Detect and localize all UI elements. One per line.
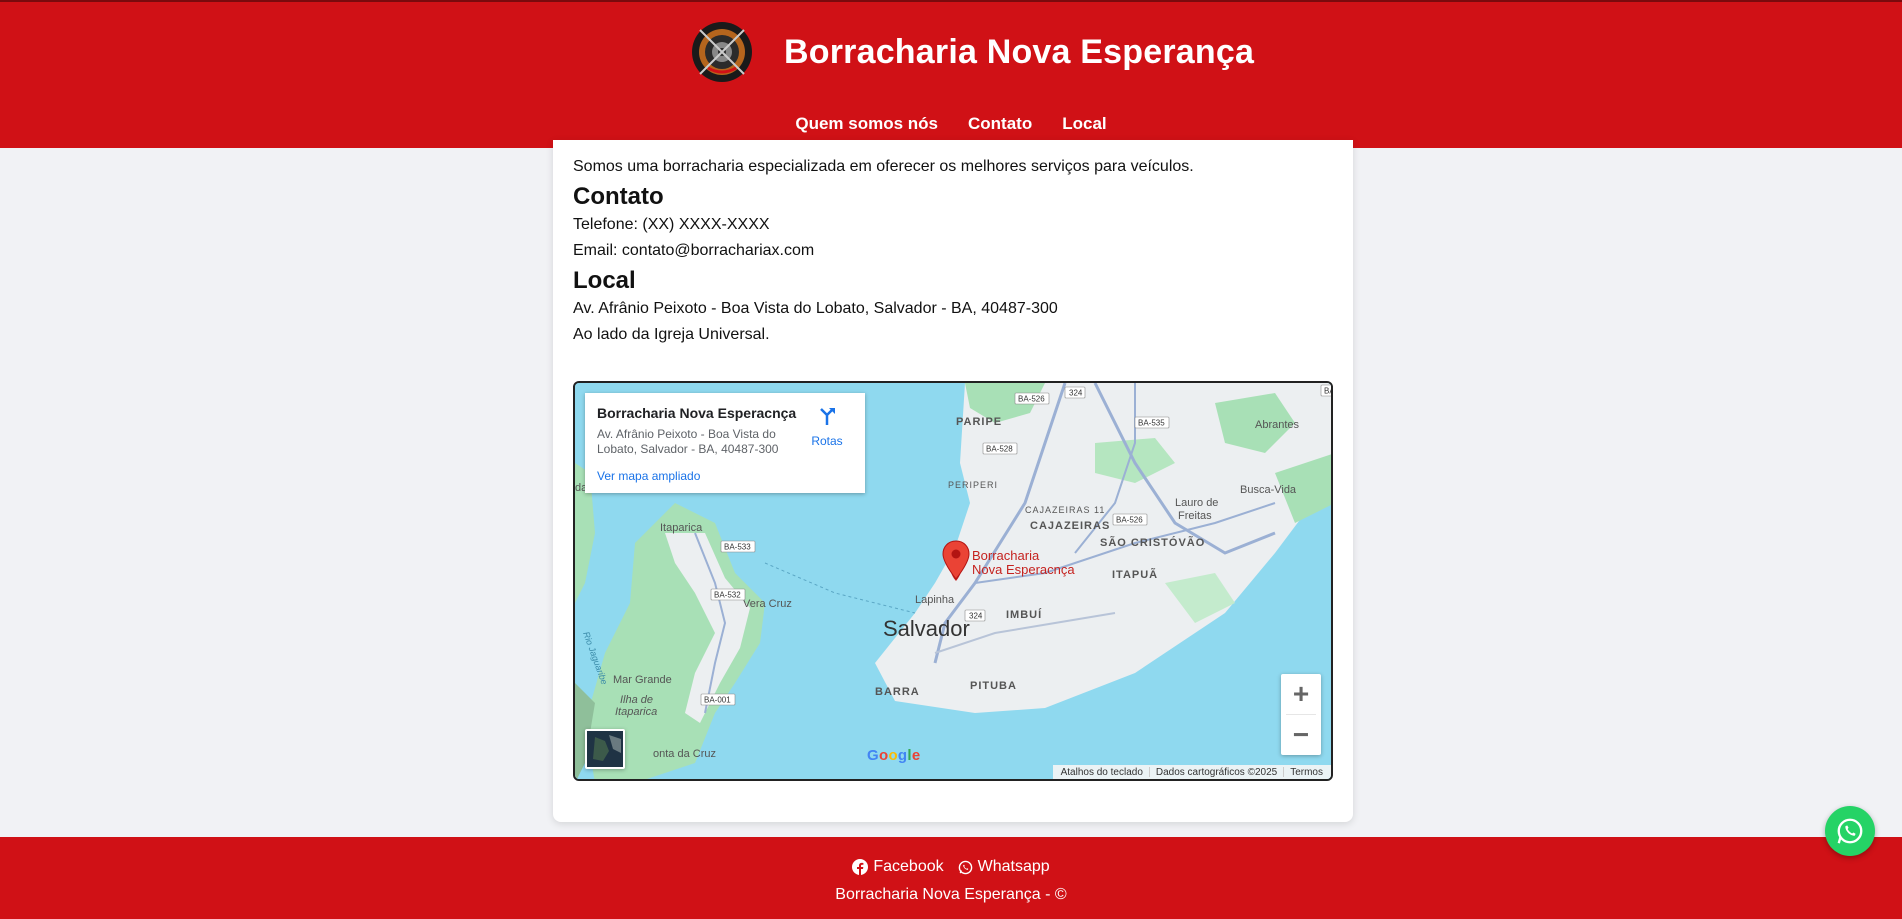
google-logo: Google — [867, 747, 921, 764]
road-shield: BA-532 — [714, 591, 741, 600]
map-label-sao-cristovao: SÃO CRISTÓVÃO — [1100, 536, 1205, 549]
directions-icon — [820, 408, 835, 425]
road-shield: BA-001 — [704, 696, 731, 705]
contact-email: Email: contato@borrachariax.com — [573, 242, 815, 259]
map-place-address: Av. Afrânio Peixoto - Boa Vista do Lobat… — [597, 427, 779, 456]
road-shield: 324 — [1069, 389, 1083, 398]
map-info-card: Borracharia Nova Esperacnça Av. Afrânio … — [585, 393, 865, 493]
map-label-cajazeiras: CAJAZEIRAS — [1030, 520, 1110, 532]
nav-link-location[interactable]: Local — [1062, 114, 1106, 134]
terms-link[interactable]: Termos — [1284, 767, 1329, 778]
road-shield: 324 — [969, 612, 983, 621]
nav-link-about[interactable]: Quem somos nós — [795, 114, 938, 134]
pin-label-line-2: Nova Esperacnça — [972, 562, 1075, 577]
contact-phone: Telefone: (XX) XXXX-XXXX — [573, 216, 770, 233]
whatsapp-link[interactable]: Whatsapp — [958, 858, 1050, 876]
map-label-lapinha: Lapinha — [915, 594, 955, 606]
zoom-in-button[interactable]: + — [1281, 674, 1321, 714]
location-address: Av. Afrânio Peixoto - Boa Vista do Lobat… — [573, 300, 1058, 317]
social-links: Facebook Whatsapp — [0, 858, 1902, 876]
map-label-ilha-2: Itaparica — [615, 706, 657, 718]
satellite-toggle[interactable] — [585, 729, 625, 769]
directions-button[interactable]: Rotas — [807, 405, 847, 448]
road-shield: BA-526 — [1018, 395, 1045, 404]
map-label-lauro-2: Freitas — [1178, 510, 1212, 522]
road-shield: BA — [1324, 387, 1333, 396]
map-label-busca-vida: Busca-Vida — [1240, 484, 1297, 496]
about-text: Somos uma borracharia especializada em o… — [573, 158, 1194, 175]
directions-label: Rotas — [811, 434, 843, 448]
map-label-periperi: PERIPERI — [948, 480, 998, 490]
map-label-salvador: Salvador — [883, 616, 970, 641]
map-label-paripe: PARIPE — [956, 416, 1002, 428]
map-label-lauro-1: Lauro de — [1175, 497, 1218, 509]
facebook-link[interactable]: Facebook — [852, 858, 944, 876]
map-label-pituba: PITUBA — [970, 680, 1017, 692]
satellite-thumbnail-icon — [587, 731, 623, 767]
main-nav: Quem somos nós Contato Local — [0, 114, 1902, 134]
map-label-imbui: IMBUÍ — [1006, 608, 1042, 621]
whatsapp-float-button[interactable] — [1825, 806, 1875, 856]
map-label-vera-cruz: Vera Cruz — [743, 598, 792, 610]
map-label-mar-grande: Mar Grande — [613, 674, 672, 686]
map-data-credit: Dados cartográficos ©2025 — [1155, 766, 1278, 778]
site-footer: Facebook Whatsapp Borracharia Nova Esper… — [0, 837, 1902, 919]
map-label-itaparica: Itaparica — [660, 522, 703, 534]
site-title: Borracharia Nova Esperança — [784, 32, 1255, 71]
location-heading: Local — [573, 267, 636, 294]
road-shield: BA-533 — [724, 543, 751, 552]
copyright-text: Borracharia Nova Esperança - © — [835, 886, 1067, 903]
location-note: Ao lado da Igreja Universal. — [573, 326, 770, 343]
keyboard-shortcuts-link[interactable]: Atalhos do teclado — [1055, 767, 1149, 778]
whatsapp-icon — [1837, 818, 1863, 844]
map-label-ilha-1: Ilha de — [620, 694, 653, 706]
map-attribution: Atalhos do teclado Dados cartográficos ©… — [1052, 765, 1331, 779]
nav-link-contact[interactable]: Contato — [968, 114, 1032, 134]
road-shield: BA-526 — [1116, 516, 1143, 525]
road-shield: BA-528 — [986, 445, 1013, 454]
map-label-itapua: ITAPUÃ — [1112, 568, 1158, 581]
road-shield: BA-535 — [1138, 419, 1165, 428]
map-label-ponta-cruz: onta da Cruz — [653, 748, 716, 760]
brand: Borracharia Nova Esperança — [690, 20, 1254, 84]
map-label-barra: BARRA — [875, 686, 920, 698]
larger-map-link[interactable]: Ver mapa ampliado — [597, 469, 700, 483]
whatsapp-label: Whatsapp — [977, 858, 1050, 875]
contact-heading: Contato — [573, 183, 664, 210]
site-header: Borracharia Nova Esperança Quem somos nó… — [0, 0, 1902, 148]
embedded-map[interactable]: PARIPE PERIPERI Abrantes Busca-Vida Laur… — [573, 381, 1333, 781]
logo-icon — [692, 22, 752, 82]
facebook-label: Facebook — [873, 858, 944, 875]
pin-label-line-1: Borracharia — [972, 548, 1040, 563]
zoom-controls: + − — [1281, 674, 1321, 755]
map-label-abrantes: Abrantes — [1255, 419, 1300, 431]
map-label-cajazeiras-11: CAJAZEIRAS 11 — [1025, 505, 1105, 515]
facebook-icon — [852, 859, 869, 875]
main-content: Somos uma borracharia especializada em o… — [573, 148, 1333, 348]
zoom-out-button[interactable]: − — [1281, 715, 1321, 755]
whatsapp-icon — [958, 860, 972, 874]
